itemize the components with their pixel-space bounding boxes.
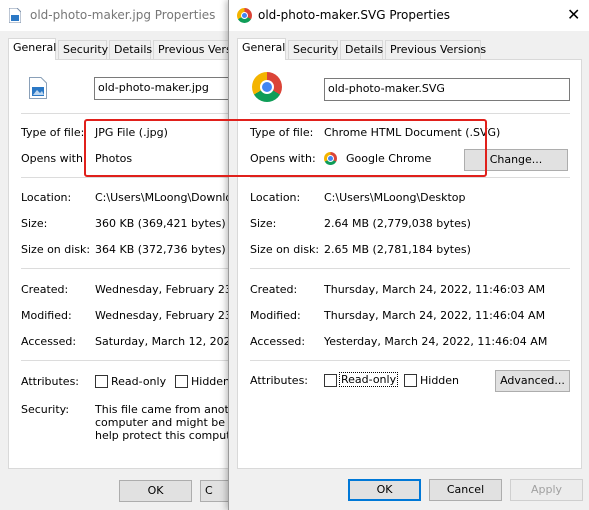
- front-divider-3: [250, 268, 570, 269]
- chrome-small-icon: [324, 152, 337, 165]
- front-tab-general[interactable]: General: [237, 38, 286, 60]
- front-size-value: 2.64 MB (2,779,038 bytes): [324, 217, 471, 230]
- back-properties-window: old-photo-maker.jpg Properties General S…: [0, 0, 241, 510]
- front-type-label: Type of file:: [250, 126, 314, 139]
- back-modified-value: Wednesday, February 23, 2: [95, 309, 241, 322]
- front-accessed-label: Accessed:: [250, 335, 306, 348]
- back-location-value: C:\Users\MLoong\Downloa: [95, 191, 239, 204]
- front-general-panel: old-photo-maker.SVG Type of file: Chrome…: [237, 59, 582, 469]
- back-disk-value: 364 KB (372,736 bytes): [95, 243, 226, 256]
- front-tab-details[interactable]: Details: [340, 40, 383, 59]
- front-divider-4: [250, 360, 570, 361]
- back-security-line-2: computer and might be block: [95, 416, 240, 429]
- front-disk-label: Size on disk:: [250, 243, 320, 256]
- front-tab-security[interactable]: Security: [288, 40, 338, 59]
- back-opens-label: Opens with:: [21, 152, 87, 165]
- chrome-large-icon: [252, 72, 282, 102]
- front-ok-button[interactable]: OK: [348, 479, 421, 501]
- back-security-label: Security:: [21, 403, 70, 416]
- back-readonly-checkbox[interactable]: [95, 375, 108, 388]
- back-divider-4: [21, 360, 240, 361]
- back-ok-button[interactable]: OK: [119, 480, 192, 502]
- front-attributes-label: Attributes:: [250, 374, 309, 387]
- front-tab-previous-versions[interactable]: Previous Versions: [385, 40, 486, 59]
- advanced-button[interactable]: Advanced...: [495, 370, 570, 392]
- front-modified-label: Modified:: [250, 309, 301, 322]
- back-created-value: Wednesday, February 23, 2: [95, 283, 241, 296]
- front-opens-label: Opens with:: [250, 152, 316, 165]
- front-modified-value: Thursday, March 24, 2022, 11:46:04 AM: [324, 309, 546, 322]
- front-readonly-label[interactable]: Read-only: [338, 372, 399, 387]
- back-divider-3: [21, 268, 240, 269]
- back-divider-2: [21, 177, 240, 178]
- back-created-label: Created:: [21, 283, 69, 296]
- front-titlebar: old-photo-maker.SVG Properties ✕: [229, 0, 589, 31]
- change-button[interactable]: Change...: [464, 149, 568, 171]
- back-modified-label: Modified:: [21, 309, 72, 322]
- image-file-large-icon: [29, 77, 47, 99]
- back-accessed-label: Accessed:: [21, 335, 77, 348]
- front-size-label: Size:: [250, 217, 277, 230]
- close-icon[interactable]: ✕: [567, 7, 580, 23]
- back-hidden-label[interactable]: Hidden: [191, 375, 230, 388]
- back-security-line-3: help protect this computer.: [95, 429, 241, 442]
- back-location-label: Location:: [21, 191, 72, 204]
- front-divider-2: [250, 177, 570, 178]
- back-window-title: old-photo-maker.jpg Properties: [30, 8, 216, 22]
- back-security-line-1: This file came from another: [95, 403, 241, 416]
- front-accessed-value: Yesterday, March 24, 2022, 11:46:04 AM: [324, 335, 548, 348]
- front-disk-value: 2.65 MB (2,781,184 bytes): [324, 243, 471, 256]
- back-hidden-checkbox[interactable]: [175, 375, 188, 388]
- front-filename-field[interactable]: old-photo-maker.SVG: [324, 78, 570, 101]
- front-location-value: C:\Users\MLoong\Desktop: [324, 191, 466, 204]
- back-attributes-label: Attributes:: [21, 375, 80, 388]
- front-hidden-label[interactable]: Hidden: [420, 374, 459, 387]
- front-readonly-checkbox[interactable]: [324, 374, 337, 387]
- front-properties-window: old-photo-maker.SVG Properties ✕ General…: [228, 0, 589, 510]
- back-tab-general[interactable]: General: [8, 38, 56, 60]
- image-file-icon: [8, 7, 22, 24]
- front-divider-1: [250, 113, 570, 114]
- front-opens-value: Google Chrome: [346, 152, 432, 165]
- chrome-title-icon: [237, 8, 252, 23]
- front-cancel-button[interactable]: Cancel: [429, 479, 502, 501]
- back-size-label: Size:: [21, 217, 48, 230]
- back-opens-value: Photos: [95, 152, 133, 165]
- front-apply-button[interactable]: Apply: [510, 479, 583, 501]
- back-accessed-value: Saturday, March 12, 2022,: [95, 335, 241, 348]
- back-divider-1: [21, 113, 240, 114]
- back-tab-security[interactable]: Security: [58, 40, 108, 59]
- back-type-label: Type of file:: [21, 126, 85, 139]
- back-general-panel: old-photo-maker.jpg Type of file: JPG Fi…: [8, 59, 241, 469]
- front-hidden-checkbox[interactable]: [404, 374, 417, 387]
- front-window-title: old-photo-maker.SVG Properties: [258, 8, 450, 22]
- back-titlebar: old-photo-maker.jpg Properties: [0, 0, 240, 31]
- back-size-value: 360 KB (369,421 bytes): [95, 217, 226, 230]
- back-filename-field[interactable]: old-photo-maker.jpg: [94, 77, 240, 100]
- front-location-label: Location:: [250, 191, 301, 204]
- back-disk-label: Size on disk:: [21, 243, 91, 256]
- back-type-value: JPG File (.jpg): [95, 126, 168, 139]
- back-readonly-label[interactable]: Read-only: [111, 375, 166, 388]
- front-created-label: Created:: [250, 283, 298, 296]
- front-type-value: Chrome HTML Document (.SVG): [324, 126, 501, 139]
- front-created-value: Thursday, March 24, 2022, 11:46:03 AM: [324, 283, 546, 296]
- back-tab-details[interactable]: Details: [109, 40, 152, 59]
